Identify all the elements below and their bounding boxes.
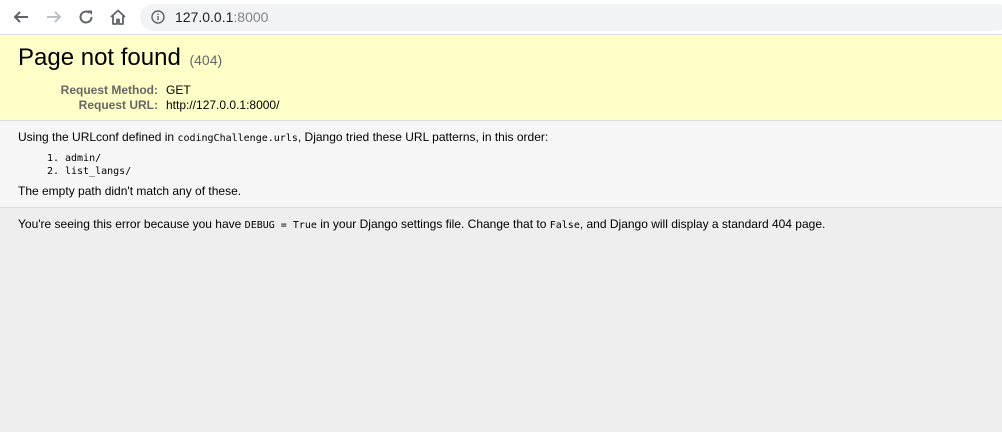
error-summary: Page not found (404) Request Method: GET… bbox=[0, 35, 1002, 121]
urlconf-info: Using the URLconf defined in codingChall… bbox=[0, 121, 1002, 208]
urlconf-intro: Using the URLconf defined in codingChall… bbox=[18, 130, 984, 146]
reload-icon bbox=[79, 10, 93, 24]
request-method-value: GET bbox=[166, 83, 191, 97]
back-button[interactable] bbox=[9, 5, 33, 29]
explanation-part3: , and Django will display a standard 404… bbox=[579, 217, 826, 231]
url-pattern-item: admin/ bbox=[65, 152, 984, 165]
request-method-row: Request Method: GET bbox=[58, 83, 279, 98]
no-match-message: The empty path didn't match any of these… bbox=[18, 184, 242, 198]
url-pattern-list: admin/ list_langs/ bbox=[18, 152, 984, 178]
home-button[interactable] bbox=[106, 5, 130, 29]
home-icon bbox=[110, 9, 126, 25]
false-code: False bbox=[549, 220, 580, 231]
page-title: Page not found (404) bbox=[18, 44, 984, 74]
site-info-icon[interactable] bbox=[151, 10, 165, 24]
reload-button[interactable] bbox=[74, 5, 98, 29]
url-host: 127.0.0.1 bbox=[175, 9, 234, 25]
forward-button[interactable] bbox=[42, 5, 66, 29]
urlconf-module: codingChallenge.urls bbox=[177, 133, 298, 144]
request-meta-table: Request Method: GET Request URL: http://… bbox=[58, 83, 280, 113]
explanation-part2: in your Django settings file. Change tha… bbox=[316, 217, 550, 231]
explanation-part1: You're seeing this error because you hav… bbox=[18, 217, 245, 231]
request-url-value: http://127.0.0.1:8000/ bbox=[166, 98, 280, 112]
url-port: :8000 bbox=[233, 9, 269, 25]
page-title-text: Page not found bbox=[18, 44, 181, 71]
url-pattern-item: list_langs/ bbox=[65, 165, 984, 178]
url-text[interactable]: 127.0.0.1:8000 bbox=[175, 9, 268, 25]
explanation-text: You're seeing this error because you hav… bbox=[18, 217, 984, 233]
request-method-label: Request Method: bbox=[60, 83, 158, 97]
address-bar[interactable]: 127.0.0.1:8000 bbox=[140, 4, 1002, 31]
debug-setting-code: DEBUG = True bbox=[244, 220, 317, 231]
urlconf-intro-before: Using the URLconf defined in bbox=[18, 130, 178, 144]
debug-explanation: You're seeing this error because you hav… bbox=[0, 208, 1002, 242]
request-url-row: Request URL: http://127.0.0.1:8000/ bbox=[58, 98, 280, 113]
forward-arrow-icon bbox=[47, 11, 62, 23]
back-arrow-icon bbox=[13, 11, 28, 23]
request-url-label: Request URL: bbox=[78, 98, 158, 112]
browser-toolbar: 127.0.0.1:8000 bbox=[0, 0, 1002, 35]
status-code: (404) bbox=[189, 52, 223, 68]
error-page: Page not found (404) Request Method: GET… bbox=[0, 35, 1002, 432]
urlconf-intro-after: , Django tried these URL patterns, in th… bbox=[297, 130, 549, 144]
